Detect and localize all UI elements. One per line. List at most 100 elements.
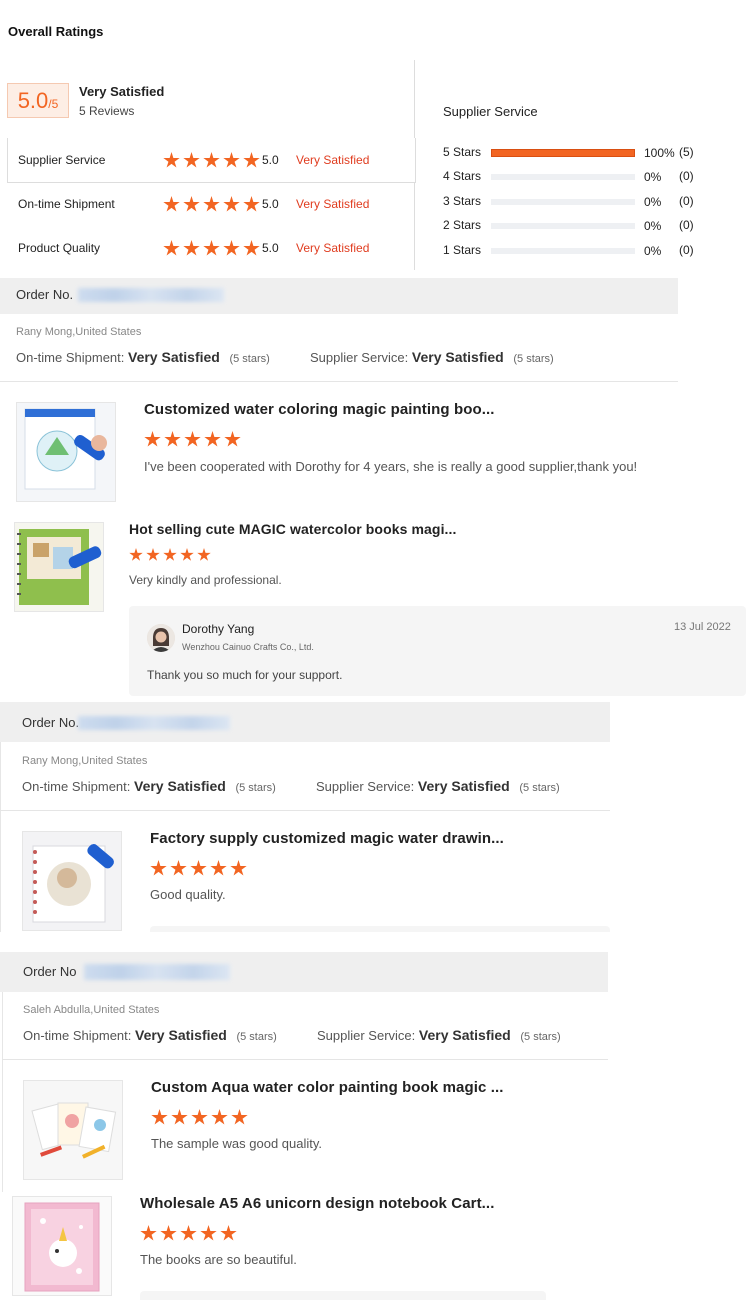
order-left-border (0, 742, 1, 932)
star-icon (183, 196, 200, 212)
reply-box-edge (140, 1291, 546, 1300)
breakdown-pct: 0% (644, 195, 662, 209)
item-rating-stars (151, 1109, 248, 1126)
breakdown-row: 2 Stars 0% (0) (443, 217, 743, 235)
order-number-redacted (78, 716, 230, 730)
breakdown-pct: 100% (644, 146, 675, 160)
review-text: I've been cooperated with Dorothy for 4 … (144, 459, 638, 474)
product-thumbnail[interactable] (23, 1080, 123, 1180)
product-image-icon (15, 523, 103, 611)
star-icon (223, 152, 240, 168)
product-thumbnail[interactable] (14, 522, 104, 612)
order-left-border (2, 992, 3, 1192)
product-thumbnail[interactable] (16, 402, 116, 502)
star-icon (243, 240, 260, 256)
star-icon (163, 152, 180, 168)
order-header: Order No. (0, 278, 678, 314)
star-icon (163, 548, 177, 561)
breakdown-pct: 0% (644, 219, 662, 233)
order-divider (0, 381, 678, 382)
reply-author: Dorothy Yang (182, 622, 255, 636)
service-stars: (5 stars) (513, 353, 554, 365)
breakdown-bar-track (491, 223, 635, 229)
item-rating-stars (150, 860, 247, 877)
star-icon (204, 431, 221, 447)
order-divider (2, 1059, 608, 1060)
breakdown-pct: 0% (644, 244, 662, 258)
order-meta-service: Supplier Service: Very Satisfied (5 star… (317, 1027, 561, 1043)
service-label: Supplier Service: (316, 779, 415, 794)
shipment-value: Very Satisfied (135, 1027, 227, 1043)
shipment-stars: (5 stars) (229, 353, 270, 365)
category-stars (163, 152, 260, 169)
star-icon (183, 240, 200, 256)
shipment-stars: (5 stars) (236, 1031, 277, 1043)
service-stars: (5 stars) (520, 1031, 561, 1043)
category-score: 5.0 (262, 241, 279, 255)
reply-company: Wenzhou Cainuo Crafts Co., Ltd. (182, 642, 314, 652)
review-text: Good quality. (150, 887, 226, 902)
product-thumbnail[interactable] (12, 1196, 112, 1296)
star-icon (171, 1109, 188, 1125)
breakdown-label: 2 Stars (443, 218, 482, 232)
order-number-label: Order No. (16, 287, 74, 302)
product-image-icon (13, 1197, 111, 1295)
avatar-icon (147, 624, 175, 652)
overall-score: 5.0 (17, 88, 49, 113)
category-name: Supplier Service (18, 153, 106, 167)
order-header: Order No. (0, 702, 610, 742)
star-icon (163, 196, 180, 212)
star-icon (220, 1225, 237, 1241)
breakdown-row: 4 Stars 0% (0) (443, 168, 743, 186)
star-icon (129, 548, 143, 561)
category-label: Very Satisfied (296, 197, 370, 211)
category-row-supplier-service: Supplier Service 5.0 Very Satisfied (18, 151, 398, 171)
order-meta-shipment: On-time Shipment: Very Satisfied (5 star… (23, 1027, 277, 1043)
breakdown-label: 4 Stars (443, 169, 482, 183)
category-name: Product Quality (18, 241, 101, 255)
star-icon (183, 152, 200, 168)
product-title-link[interactable]: Customized water coloring magic painting… (144, 401, 495, 418)
service-label: Supplier Service: (310, 350, 409, 365)
breakdown-count: (0) (679, 169, 694, 183)
order-header: Order No (0, 952, 608, 992)
review-text: The sample was good quality. (151, 1136, 323, 1151)
star-icon (160, 1225, 177, 1241)
star-icon (243, 196, 260, 212)
product-title-link[interactable]: Custom Aqua water color painting book ma… (151, 1079, 504, 1096)
product-title-link[interactable]: Factory supply customized magic water dr… (150, 830, 504, 847)
breakdown-count: (5) (679, 145, 694, 159)
service-value: Very Satisfied (418, 1027, 511, 1043)
star-icon (184, 431, 201, 447)
order-meta-service: Supplier Service: Very Satisfied (5 star… (316, 778, 560, 794)
service-value: Very Satisfied (411, 349, 504, 365)
order-meta-service: Supplier Service: Very Satisfied (5 star… (310, 349, 554, 365)
star-icon (203, 196, 220, 212)
star-icon (197, 548, 211, 561)
shipment-value: Very Satisfied (128, 349, 220, 365)
reply-box-edge (150, 926, 610, 932)
item-rating-stars (144, 431, 241, 448)
breakdown-count: (0) (679, 243, 694, 257)
star-icon (210, 860, 227, 876)
breakdown-label: 3 Stars (443, 194, 482, 208)
item-rating-stars (140, 1225, 237, 1242)
product-title-link[interactable]: Hot selling cute MAGIC watercolor books … (129, 521, 457, 537)
star-icon (170, 860, 187, 876)
order-number-label: Order No (23, 964, 77, 979)
service-stars: (5 stars) (519, 782, 560, 794)
star-icon (180, 1225, 197, 1241)
overall-ratings-heading: Overall Ratings (8, 24, 104, 39)
breakdown-label: 1 Stars (443, 243, 482, 257)
category-stars (163, 196, 260, 213)
breakdown-bar-track (491, 149, 635, 157)
star-icon (223, 240, 240, 256)
star-icon (243, 152, 260, 168)
overall-review-count: 5 Reviews (79, 104, 135, 118)
product-title-link[interactable]: Wholesale A5 A6 unicorn design notebook … (140, 1195, 494, 1212)
buyer-name: Saleh Abdulla,United States (23, 1004, 160, 1016)
supplier-reply-box: Dorothy Yang Wenzhou Cainuo Crafts Co., … (129, 606, 746, 696)
star-icon (151, 1109, 168, 1125)
product-thumbnail[interactable] (22, 831, 122, 931)
star-icon (203, 152, 220, 168)
